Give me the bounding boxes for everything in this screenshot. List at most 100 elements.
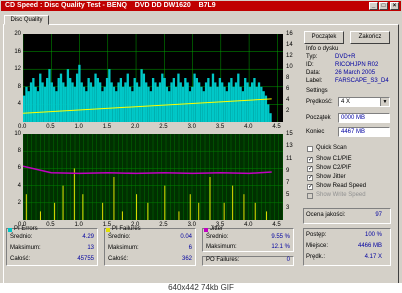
pi-errors-bar (250, 82, 254, 122)
pi-errors-bar (230, 78, 233, 122)
pi-errors-bar (177, 73, 180, 122)
application-window: CD Speed : Disc Quality Test - BENQ DVD … (0, 0, 402, 293)
close-button[interactable]: × (390, 2, 399, 10)
disc-info-heading: Info o dysku (306, 46, 339, 52)
disc-id-label: ID: (306, 62, 314, 68)
pi-errors-bar (158, 82, 162, 122)
show-pie-checkbox[interactable]: ✓ (307, 157, 313, 163)
jitter-max-value: 12.1 % (271, 244, 290, 250)
pi-errors-bar (142, 73, 146, 122)
show-read-speed-checkbox[interactable]: ✓ (307, 184, 313, 190)
pi-errors-bar (223, 86, 226, 122)
pi-failures-bar (62, 185, 64, 220)
pi-failures-chart (22, 134, 284, 220)
pi-failures-avg-value: 0.04 (180, 234, 192, 240)
pi-errors-x-tick: 4.5 (272, 124, 281, 130)
pi-failures-x-tick: 3.5 (215, 222, 225, 228)
pi-failures-y-right-tick: 9 (286, 167, 290, 174)
pi-errors-bar (122, 86, 125, 122)
disc-label-value: FARSCAPE_S3_D4 (335, 78, 389, 84)
pi-failures-y-right-tick: 11 (286, 155, 293, 162)
end-mb-label: Koniec (306, 129, 325, 135)
disc-id-value: RICOHJPN R02 (335, 62, 379, 68)
jitter-avg-value: 9.55 % (271, 234, 290, 240)
quick-scan-label: Quick Scan (316, 145, 347, 151)
pi-failures-bar (73, 168, 75, 220)
pi-failures-avg-label: Średnio: (108, 234, 131, 240)
show-pif-checkbox[interactable]: ✓ (307, 166, 313, 172)
pi-errors-total-value: 45755 (77, 256, 94, 262)
pi-errors-x-tick: 0.0 (18, 124, 27, 130)
pi-errors-bar (198, 82, 201, 122)
show-jitter-label: Show Jitter (316, 174, 346, 180)
pi-errors-y-left-tick: 16 (14, 48, 21, 55)
show-jitter-checkbox[interactable]: ✓ (307, 175, 313, 181)
pi-failures-legend-swatch (106, 228, 110, 232)
pi-failures-total-label: Całość: (108, 256, 129, 262)
speed-label: Prędkość: (306, 99, 333, 105)
pi-failures-bar (54, 202, 56, 220)
pi-errors-bar (110, 82, 113, 122)
show-write-speed-checkbox[interactable] (307, 193, 313, 199)
pi-failures-bar (164, 185, 166, 220)
pi-failures-bar (198, 202, 200, 220)
pi-errors-bar (27, 91, 30, 122)
pi-failures-bar (223, 202, 225, 220)
end-mb-input[interactable]: 4467 MB (338, 127, 390, 137)
pi-errors-bar (85, 91, 88, 122)
pi-errors-max-label: Maksimum: (10, 245, 41, 251)
pi-errors-y-left-tick: 8 (17, 83, 21, 90)
pi-errors-bar (105, 78, 109, 122)
stop-button[interactable]: Zakończ (350, 31, 390, 44)
pi-errors-avg-label: Średnio: (10, 234, 33, 240)
quick-scan-checkbox[interactable] (307, 146, 313, 152)
pi-errors-bar (209, 86, 212, 122)
pi-errors-bar (135, 82, 139, 122)
speed-select[interactable]: 4 X ▼ (338, 97, 390, 107)
pi-errors-bar (267, 104, 270, 122)
pi-failures-x-tick: 4.5 (272, 222, 281, 228)
progress-label: Postęp: (306, 232, 327, 238)
pi-errors-x-tick: 2.0 (131, 124, 140, 130)
pi-errors-bar (172, 78, 175, 122)
pi-errors-x-tick: 4.0 (244, 124, 253, 130)
pi-failures-bar (178, 211, 180, 220)
pi-failures-y-left-tick: 8 (17, 148, 21, 155)
disc-date-label: Data: (306, 70, 321, 76)
pi-errors-bar (115, 91, 118, 122)
pi-failures-x-tick: 0.0 (18, 222, 27, 228)
pi-errors-bar (262, 91, 265, 122)
pi-errors-plot (22, 34, 283, 122)
tab-disc-quality[interactable]: Disc Quality (4, 15, 49, 25)
pi-failures-bar (102, 202, 104, 220)
settings-heading: Settings (306, 88, 328, 94)
pi-errors-bar (124, 82, 127, 122)
pi-errors-legend-swatch (8, 228, 12, 232)
maximize-button[interactable]: □ (379, 2, 388, 10)
pi-failures-bar (39, 211, 41, 220)
pi-errors-bar (225, 91, 228, 122)
progress-value: 100 % (364, 232, 382, 238)
minimize-button[interactable]: _ (369, 2, 378, 10)
pi-errors-bar (48, 69, 51, 122)
pi-errors-bar (96, 78, 99, 122)
pi-errors-y-left-tick: 20 (14, 31, 21, 37)
show-read-speed-label: Show Read Speed (316, 183, 367, 189)
pi-errors-bar (50, 82, 53, 122)
pi-errors-bar (218, 78, 222, 122)
disc-label-label: Label: (306, 78, 323, 84)
pi-failures-x-tick: 3.0 (187, 222, 196, 228)
pi-failures-y-left-tick: 10 (14, 131, 21, 137)
start-button[interactable]: Początek (304, 31, 344, 44)
start-mb-input[interactable]: 0000 MB (338, 113, 390, 123)
pi-failures-bar (209, 177, 211, 220)
pi-errors-y-left-tick: 12 (14, 66, 21, 73)
pi-errors-bar (207, 78, 210, 122)
pi-errors-y-right-tick: 6 (286, 86, 290, 92)
pi-errors-bar (119, 78, 123, 122)
pi-failures-y-right-tick: 13 (286, 143, 293, 150)
pi-errors-x-tick: 1.5 (102, 124, 112, 130)
title-bar: CD Speed : Disc Quality Test - BENQ DVD … (1, 1, 401, 11)
pi-errors-bar (202, 91, 205, 122)
chevron-down-icon[interactable]: ▼ (380, 98, 389, 106)
